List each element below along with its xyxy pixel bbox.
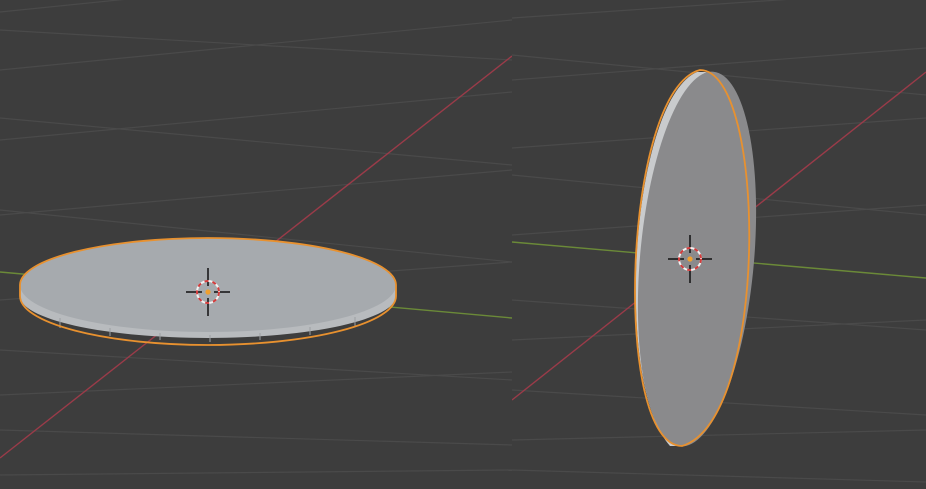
viewport-right-canvas[interactable] [512, 0, 926, 489]
split-viewport-stage [0, 0, 926, 489]
object-origin-icon [687, 256, 693, 262]
viewport-right[interactable] [512, 0, 926, 489]
floor-grid [0, 0, 512, 476]
viewport-left[interactable] [0, 0, 512, 489]
object-origin-icon [205, 289, 211, 295]
viewport-left-canvas[interactable] [0, 0, 512, 489]
